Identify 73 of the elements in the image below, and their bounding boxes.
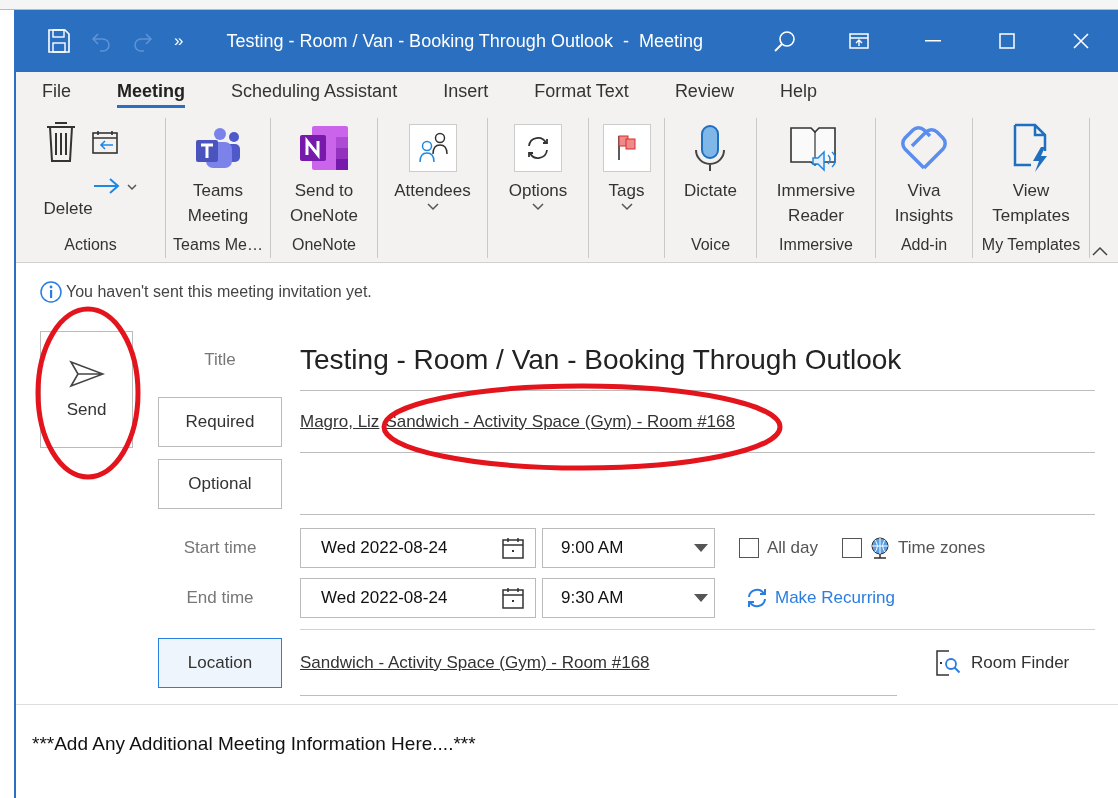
checkbox[interactable] [842,538,863,558]
save-icon[interactable] [48,29,70,53]
overflow-button[interactable]: » [174,31,184,51]
dropdown-caret-icon[interactable] [694,594,708,602]
ribbon-button[interactable]: Send to OneNote [285,118,362,232]
ribbon-button[interactable]: View Templates [988,118,1074,232]
group-label: OneNote [291,235,356,255]
field-label: End time [185,588,255,608]
ribbon-button[interactable]: Options [504,118,572,232]
ribbon-button[interactable]: Tags [598,118,655,232]
ribbon-button[interactable]: Dictate [680,118,741,232]
ribbon-button[interactable]: Attendees [390,118,475,232]
group-label: Add-in [900,235,948,255]
checkbox[interactable] [739,538,759,558]
group-label: Voice [690,235,731,255]
chevron-down-icon [620,203,633,211]
group-label: Immersive [779,235,853,255]
calendar-icon[interactable] [501,586,525,610]
ribbon-tab[interactable]: Insert [443,74,513,108]
room-finder-button[interactable]: Room Finder [929,649,1076,677]
room-search-icon [935,650,961,676]
flag-icon [602,124,651,172]
search-icon[interactable] [774,30,796,52]
ribbon-tab[interactable]: Format Text [534,74,653,108]
calendar-icon[interactable] [501,536,525,560]
group-label: My Templates [981,235,1081,255]
group-label: Actions [64,235,117,255]
time-dropdown[interactable]: 9:00 AM [542,528,715,568]
field-label: Start time [182,538,258,558]
ribbon-tab[interactable]: Scheduling Assistant [231,74,422,108]
message-body[interactable]: ***Add Any Additional Meeting Information Here....*** [16,705,1118,755]
make-recurring-link[interactable]: Make Recurring [745,587,895,609]
ribbon-tab[interactable]: Review [674,74,758,108]
checkbox-label: All day [767,538,819,558]
window-title: Testing - Room / Van - Booking Through Outlook - Meeting [226,30,704,52]
ribbon-button[interactable]: Viva Insights [890,118,958,232]
chevron-down-icon [426,203,439,211]
ribbon-tab[interactable]: Meeting [117,74,186,108]
chevron-down-icon [532,203,544,211]
info-message: You haven't sent this meeting invitation yet. [66,283,372,301]
close-icon[interactable] [1073,33,1089,49]
checkbox-label: Time zones [898,538,986,558]
required-button[interactable]: Required [158,397,282,447]
onenote-icon [299,125,349,171]
optional-button[interactable]: Optional [158,459,282,509]
send-icon [68,359,105,388]
forward-arrow-icon[interactable] [91,176,138,196]
ribbon-button[interactable]: Teams Meeting [183,118,253,232]
attendee-link[interactable]: Magro, Liz [300,411,380,432]
teams-icon [194,126,242,170]
ribbon-display-icon[interactable] [849,33,869,49]
info-icon [40,281,62,303]
group-label: Teams Me… [173,235,263,255]
collapse-ribbon-icon[interactable] [1092,246,1108,256]
ribbon-button[interactable]: Immersive Reader [772,118,860,232]
microphone-icon [693,124,728,172]
maximize-icon[interactable] [999,33,1015,49]
ribbon-button[interactable]: Delete [43,196,93,221]
date-field[interactable]: Wed 2022-08-24 [300,528,536,568]
recurring-icon [745,587,769,609]
location-link[interactable]: Sandwich - Activity Space (Gym) - Room #168 [300,652,650,673]
ribbon-tab[interactable]: Help [779,74,841,108]
time-dropdown[interactable]: 9:30 AM [542,578,715,618]
globe-icon [870,537,891,559]
location-button[interactable]: Location [158,638,282,688]
field-label: Title [203,350,237,370]
refresh-icon [514,124,562,172]
title-field[interactable]: Testing - Room / Van - Booking Through Outlook [300,343,902,376]
send-button[interactable]: Send [40,331,133,448]
dropdown-caret-icon[interactable] [694,544,708,552]
ribbon-tab[interactable]: File [42,74,95,108]
people-icon [408,124,457,172]
date-field[interactable]: Wed 2022-08-24 [300,578,536,618]
